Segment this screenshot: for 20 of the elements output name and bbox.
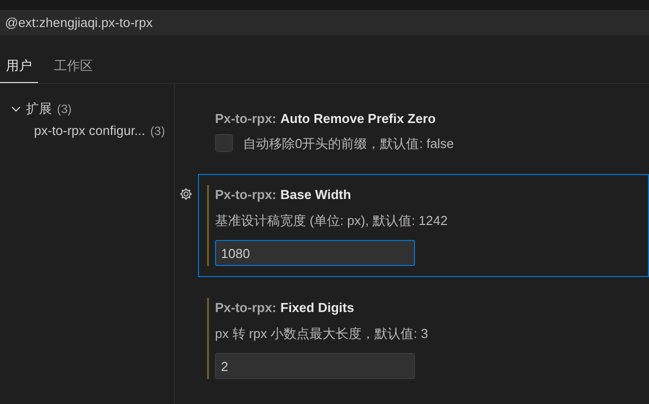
setting-category: Px-to-rpx:: [215, 299, 276, 317]
item-count: (3): [57, 101, 72, 118]
setting-title: Base Width: [280, 186, 352, 204]
setting-description: 自动移除0开头的前缀，默认值: false: [243, 134, 454, 152]
number-field[interactable]: 1080: [215, 240, 415, 266]
setting-category: Px-to-rpx:: [215, 186, 276, 204]
tab[interactable]: 用户: [0, 50, 38, 83]
gear-icon[interactable]: [179, 187, 193, 201]
item-count: (3): [150, 123, 165, 140]
setting-category: Px-to-rpx:: [215, 110, 276, 128]
checkbox[interactable]: [215, 134, 233, 152]
setting-title: Fixed Digits: [280, 299, 354, 317]
setting-title: Auto Remove Prefix Zero: [280, 110, 436, 128]
tree-item[interactable]: 扩展: [26, 99, 52, 119]
tab[interactable]: 工作区: [48, 50, 99, 83]
number-field[interactable]: 2: [215, 353, 415, 379]
tree-item[interactable]: px-to-rpx configur...: [34, 121, 146, 141]
setting-description: px 转 rpx 小数点最大长度，默认值: 3: [215, 324, 430, 343]
setting-description: 基准设计稿宽度 (单位: px), 默认值: 1242: [215, 212, 449, 230]
search-field[interactable]: @ext:zhengjiaqi.px-to-rpx: [0, 10, 649, 35]
